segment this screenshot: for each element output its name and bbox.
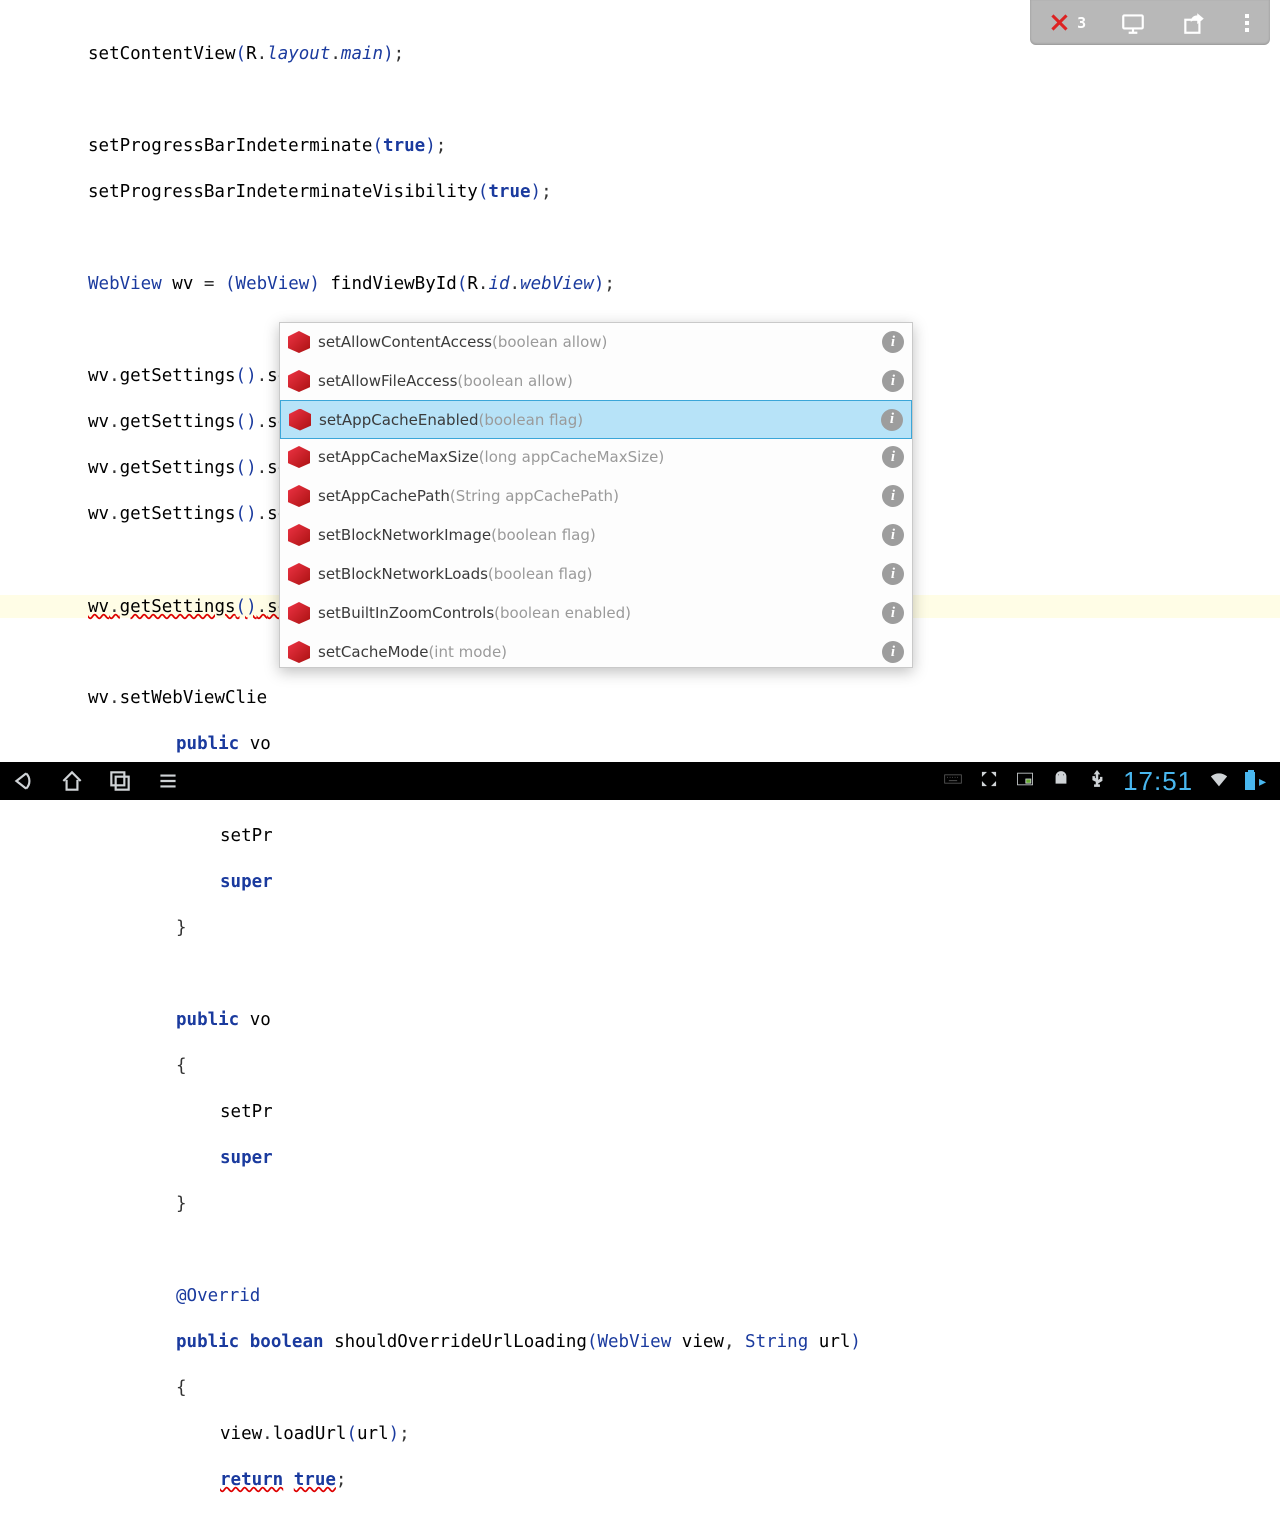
overflow-menu-button[interactable] [1241,14,1253,32]
android-icon [1051,769,1071,793]
screenshot-icon[interactable] [1015,769,1035,793]
error-count: 3 [1077,14,1086,32]
autocomplete-item-name: setAllowFileAccess [318,372,457,390]
autocomplete-item[interactable]: setCacheMode(int mode) i [280,633,912,668]
info-icon[interactable]: i [882,563,904,585]
recent-apps-button[interactable] [96,762,144,800]
usb-icon [1087,769,1107,793]
autocomplete-item[interactable]: setBlockNetworkImage(boolean flag) i [280,516,912,555]
info-icon[interactable]: i [882,602,904,624]
autocomplete-item-signature: (boolean flag) [479,411,584,429]
autocomplete-item-signature: (boolean flag) [491,526,596,544]
keyboard-icon [943,769,963,793]
fullscreen-icon[interactable] [979,769,999,793]
autocomplete-item-signature: (String appCachePath) [450,487,619,505]
info-icon[interactable]: i [881,409,903,431]
autocomplete-popup: setAllowContentAccess(boolean allow)iset… [279,322,913,668]
autocomplete-item-signature: (boolean allow) [457,372,572,390]
menu-button[interactable] [144,762,192,800]
info-icon[interactable]: i [882,641,904,663]
method-icon [289,409,311,431]
autocomplete-item[interactable]: setBuiltInZoomControls(boolean enabled) i [280,594,912,633]
back-button[interactable] [0,762,48,800]
autocomplete-item-signature: (boolean flag) [488,565,593,583]
autocomplete-item-name: setAppCacheEnabled [319,411,479,429]
autocomplete-item-signature: (int mode) [428,643,507,661]
autocomplete-item[interactable]: setAppCachePath(String appCachePath) i [280,477,912,516]
errors-button[interactable]: 3 [1047,10,1086,36]
method-icon [288,524,310,546]
home-button[interactable] [48,762,96,800]
autocomplete-item[interactable]: setAllowContentAccess(boolean allow) i [280,323,912,362]
autocomplete-item[interactable]: setAppCacheEnabled(boolean flag) i [280,400,912,439]
wifi-icon [1209,769,1229,793]
method-icon [288,370,310,392]
clock[interactable]: 17:51 [1123,766,1193,797]
method-icon [288,602,310,624]
info-icon[interactable]: i [882,331,904,353]
system-bar: 17:51 ▸ [0,762,1280,800]
autocomplete-item[interactable]: setAllowFileAccess(boolean allow) i [280,362,912,401]
method-icon [288,641,310,663]
autocomplete-item-name: setAppCachePath [318,487,450,505]
autocomplete-item-name: setBlockNetworkImage [318,526,491,544]
autocomplete-item-signature: (long appCacheMaxSize) [479,448,665,466]
info-icon[interactable]: i [882,370,904,392]
method-icon [288,485,310,507]
autocomplete-item-name: setCacheMode [318,643,428,661]
method-icon [288,563,310,585]
battery-icon: ▸ [1245,771,1268,792]
info-icon[interactable]: i [882,485,904,507]
autocomplete-item-signature: (boolean enabled) [494,604,631,622]
autocomplete-item-name: setAppCacheMaxSize [318,448,479,466]
autocomplete-item-name: setBlockNetworkLoads [318,565,488,583]
autocomplete-item-name: setAllowContentAccess [318,333,492,351]
display-button[interactable] [1120,10,1146,36]
autocomplete-item-signature: (boolean allow) [492,333,607,351]
autocomplete-item-name: setBuiltInZoomControls [318,604,494,622]
share-button[interactable] [1181,10,1207,36]
method-icon [288,331,310,353]
autocomplete-item[interactable]: setBlockNetworkLoads(boolean flag) i [280,555,912,594]
autocomplete-item[interactable]: setAppCacheMaxSize(long appCacheMaxSize)… [280,438,912,477]
method-icon [288,446,310,468]
info-icon[interactable]: i [882,446,904,468]
info-icon[interactable]: i [882,524,904,546]
floating-toolbar: 3 [1030,0,1270,45]
